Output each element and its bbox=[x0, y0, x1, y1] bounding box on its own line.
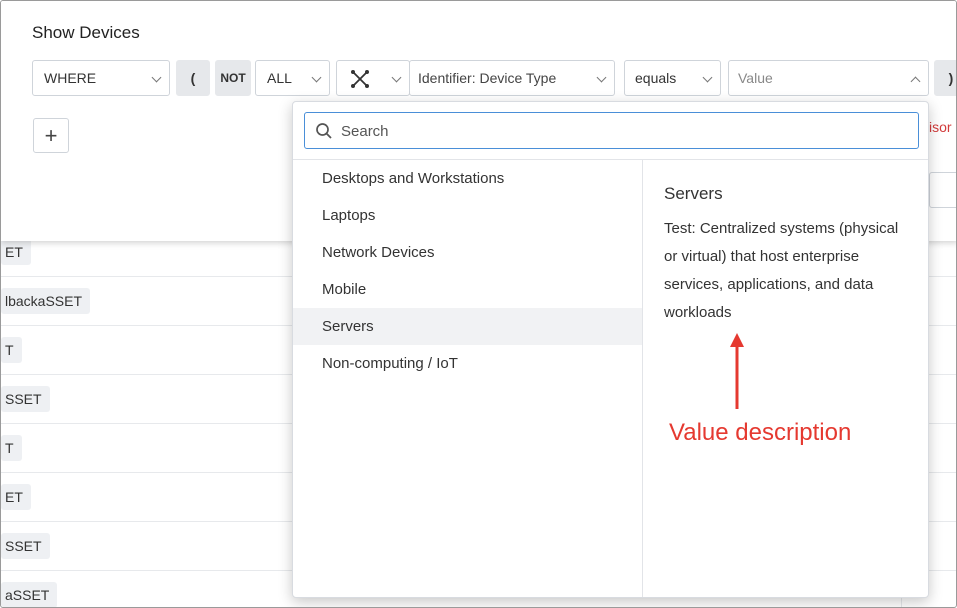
search-field[interactable] bbox=[304, 112, 919, 149]
chevron-down-icon bbox=[596, 72, 607, 83]
option-desktops[interactable]: Desktops and Workstations bbox=[293, 160, 642, 197]
scatter-network-icon bbox=[351, 70, 369, 88]
asset-tag: ET bbox=[1, 484, 31, 510]
field-type-icon-select[interactable] bbox=[336, 60, 410, 96]
option-non-computing-iot[interactable]: Non-computing / IoT bbox=[293, 345, 642, 382]
chevron-down-icon bbox=[151, 72, 162, 83]
chevron-down-icon bbox=[702, 72, 713, 83]
chevron-down-icon bbox=[391, 72, 402, 83]
option-list: Desktops and Workstations Laptops Networ… bbox=[293, 160, 642, 597]
asset-tag: T bbox=[1, 435, 22, 461]
search-input[interactable] bbox=[341, 119, 901, 143]
search-icon bbox=[316, 123, 332, 139]
not-toggle[interactable]: NOT bbox=[215, 60, 251, 96]
option-label: Network Devices bbox=[322, 244, 435, 261]
open-paren-label: ( bbox=[190, 70, 196, 86]
option-label: Non-computing / IoT bbox=[322, 355, 458, 372]
secondary-input[interactable] bbox=[929, 172, 956, 208]
close-paren-label: ) bbox=[948, 70, 954, 86]
add-condition-button[interactable]: + bbox=[33, 118, 69, 153]
asset-tag: aSSET bbox=[1, 582, 58, 607]
where-select[interactable]: WHERE bbox=[32, 60, 170, 96]
annotation-label: Value description bbox=[669, 419, 852, 446]
option-network-devices[interactable]: Network Devices bbox=[293, 234, 642, 271]
divider bbox=[642, 160, 643, 597]
option-label: Desktops and Workstations bbox=[322, 170, 505, 187]
option-label: Laptops bbox=[322, 207, 376, 224]
option-label: Servers bbox=[322, 318, 374, 335]
chevron-up-icon bbox=[910, 76, 921, 87]
panel-title: Show Devices bbox=[32, 23, 140, 42]
asset-tag: ET bbox=[1, 239, 31, 265]
chevron-down-icon bbox=[311, 72, 322, 83]
value-dropdown: Desktops and Workstations Laptops Networ… bbox=[292, 101, 929, 598]
field-select[interactable]: Identifier: Device Type bbox=[409, 60, 615, 96]
annotation-arrow-icon bbox=[730, 333, 744, 409]
open-paren-button[interactable]: ( bbox=[176, 60, 210, 96]
error-text: isor bbox=[929, 119, 952, 135]
description-body: Test: Centralized systems (physical or v… bbox=[664, 220, 899, 321]
option-mobile[interactable]: Mobile bbox=[293, 271, 642, 308]
description-title: Servers bbox=[664, 184, 723, 203]
field-select-value: Identifier: Device Type bbox=[418, 70, 557, 86]
where-select-value: WHERE bbox=[44, 70, 97, 86]
operator-select[interactable]: equals bbox=[624, 60, 721, 96]
asset-tag: SSET bbox=[1, 386, 50, 412]
asset-tag: SSET bbox=[1, 533, 50, 559]
all-select[interactable]: ALL bbox=[255, 60, 330, 96]
value-placeholder: Value bbox=[738, 70, 773, 86]
not-toggle-label: NOT bbox=[220, 71, 246, 85]
plus-icon: + bbox=[44, 122, 58, 148]
operator-select-value: equals bbox=[635, 70, 677, 86]
close-paren-button[interactable]: ) bbox=[934, 60, 956, 96]
option-label: Mobile bbox=[322, 281, 367, 298]
asset-tag: T bbox=[1, 337, 22, 363]
option-servers[interactable]: Servers bbox=[293, 308, 642, 345]
option-laptops[interactable]: Laptops bbox=[293, 197, 642, 234]
value-select[interactable]: Value bbox=[728, 60, 929, 96]
value-description-panel: Servers Test: Centralized systems (physi… bbox=[664, 184, 914, 327]
asset-tag: lbackaSSET bbox=[1, 288, 91, 314]
app-frame: ET lbackaSSET T SSET T ET SSET aSSET Sho… bbox=[0, 0, 957, 608]
all-select-value: ALL bbox=[267, 70, 292, 86]
